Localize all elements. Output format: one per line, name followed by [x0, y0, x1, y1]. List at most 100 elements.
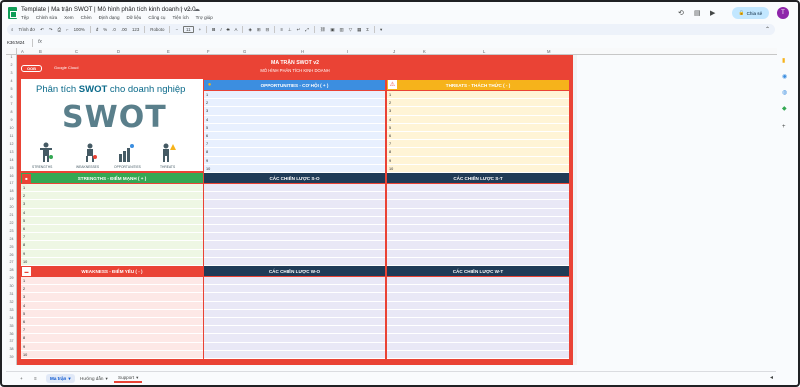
list-item[interactable]: 3 [21, 200, 203, 209]
list-item[interactable]: 9 [21, 342, 203, 351]
strategy-cell[interactable] [204, 285, 385, 294]
font-size-decrease[interactable]: − [175, 27, 178, 32]
column-header[interactable]: K [423, 49, 426, 54]
bold-icon[interactable]: B [212, 27, 215, 32]
strategy-cell[interactable] [204, 200, 385, 209]
undo-icon[interactable]: ↶ [40, 27, 44, 33]
strategy-cell[interactable] [204, 241, 385, 250]
strikethrough-icon[interactable]: S [227, 27, 230, 32]
list-item[interactable]: 10 [21, 257, 203, 266]
list-item[interactable]: 4 [387, 115, 569, 124]
link-icon[interactable]: ⛓ [320, 27, 326, 33]
row-header[interactable]: 39 [6, 355, 17, 359]
list-item[interactable]: 2 [387, 99, 569, 108]
strategy-cell[interactable] [387, 309, 569, 318]
row-header[interactable]: 30 [6, 284, 17, 288]
list-item[interactable]: 8 [21, 334, 203, 343]
number-format-button[interactable]: 123 [132, 27, 139, 32]
list-item[interactable]: 7 [387, 140, 569, 149]
list-item[interactable]: 5 [204, 123, 385, 132]
list-item[interactable]: 6 [21, 224, 203, 234]
list-item[interactable]: 4 [204, 115, 385, 124]
row-header[interactable]: 10 [6, 126, 17, 130]
column-header[interactable]: C [75, 49, 78, 54]
row-header[interactable]: 12 [6, 142, 17, 146]
strategy-cell[interactable] [387, 216, 569, 225]
list-item[interactable]: 7 [21, 326, 203, 335]
row-header[interactable]: 20 [6, 205, 17, 209]
row-header[interactable]: 18 [6, 189, 17, 193]
menu-data[interactable]: Dữ liệu [127, 15, 142, 20]
row-header[interactable]: 29 [6, 276, 17, 280]
percent-button[interactable]: % [103, 27, 107, 32]
sheets-logo-icon[interactable] [8, 7, 17, 19]
text-color-icon[interactable]: A [235, 27, 238, 32]
tasks-icon[interactable]: ◉ [782, 73, 787, 80]
list-item[interactable]: 2 [21, 192, 203, 201]
menu-format[interactable]: Định dạng [99, 15, 120, 20]
meet-icon[interactable]: ▶ [710, 9, 715, 17]
list-item[interactable]: 5 [387, 123, 569, 132]
strategy-cell[interactable] [204, 334, 385, 343]
list-item[interactable]: 1 [21, 277, 203, 286]
filter-icon[interactable]: ▽ [349, 27, 352, 33]
functions-icon[interactable]: Σ [366, 27, 369, 32]
avatar[interactable]: T [777, 7, 789, 19]
select-all-corner[interactable] [6, 48, 17, 55]
list-item[interactable]: 2 [21, 285, 203, 294]
row-header[interactable]: 16 [6, 174, 17, 178]
list-item[interactable]: 1 [21, 184, 203, 193]
strategy-cell[interactable] [387, 257, 569, 266]
strategy-cell[interactable] [204, 317, 385, 327]
column-header[interactable]: D [117, 49, 120, 54]
list-item[interactable]: 3 [204, 107, 385, 116]
column-header[interactable]: A [21, 49, 24, 54]
share-button[interactable]: 🔒 Chia sẻ [732, 7, 769, 19]
row-header[interactable]: 7 [6, 102, 17, 106]
column-header[interactable]: B [39, 49, 42, 54]
menu-tools[interactable]: Công cụ [148, 15, 165, 20]
row-header[interactable]: 22 [6, 221, 17, 225]
maps-icon[interactable]: ◆ [782, 105, 787, 112]
strategy-cell[interactable] [387, 241, 569, 250]
paint-format-icon[interactable]: ⌐ [66, 27, 69, 32]
row-header[interactable]: 36 [6, 332, 17, 336]
column-header[interactable]: L [483, 49, 485, 54]
strategy-cell[interactable] [204, 233, 385, 242]
tab-huong-dan[interactable]: Hướng dẫn ▾ [76, 374, 112, 383]
column-header[interactable]: H [301, 49, 304, 54]
font-select[interactable]: Roboto [150, 27, 164, 32]
strategy-cell[interactable] [387, 317, 569, 327]
list-item[interactable]: 3 [387, 107, 569, 116]
strategy-cell[interactable] [387, 301, 569, 310]
strategy-cell[interactable] [387, 342, 569, 351]
row-header[interactable]: 38 [6, 347, 17, 351]
list-item[interactable]: 6 [204, 131, 385, 141]
strategy-cell[interactable] [204, 249, 385, 258]
row-header[interactable]: 35 [6, 324, 17, 328]
row-header[interactable]: 13 [6, 150, 17, 154]
strategy-cell[interactable] [204, 342, 385, 351]
list-item[interactable]: 6 [387, 131, 569, 141]
row-header[interactable]: 26 [6, 253, 17, 257]
row-header[interactable]: 34 [6, 316, 17, 320]
strategy-cell[interactable] [204, 277, 385, 286]
strategy-cell[interactable] [387, 285, 569, 294]
strategy-cell[interactable] [204, 326, 385, 335]
merge-cells-icon[interactable]: ⊟ [266, 27, 270, 33]
row-header[interactable]: 5 [6, 87, 17, 91]
row-header[interactable]: 2 [6, 63, 17, 67]
row-header[interactable]: 6 [6, 95, 17, 99]
tab-ma-tran[interactable]: Ma trận ▾ [46, 374, 75, 383]
list-item[interactable]: 8 [204, 148, 385, 157]
strategy-cell[interactable] [387, 233, 569, 242]
list-item[interactable]: 9 [387, 156, 569, 165]
list-item[interactable]: 2 [204, 99, 385, 108]
keep-icon[interactable]: ▮ [782, 57, 785, 64]
list-item[interactable]: 1 [387, 91, 569, 100]
list-item[interactable]: 4 [21, 208, 203, 217]
decrease-decimal-button[interactable]: .0 [112, 27, 116, 32]
menu-file[interactable]: Tệp [21, 15, 29, 20]
increase-decimal-button[interactable]: .00 [121, 27, 127, 32]
list-item[interactable]: 9 [21, 249, 203, 258]
